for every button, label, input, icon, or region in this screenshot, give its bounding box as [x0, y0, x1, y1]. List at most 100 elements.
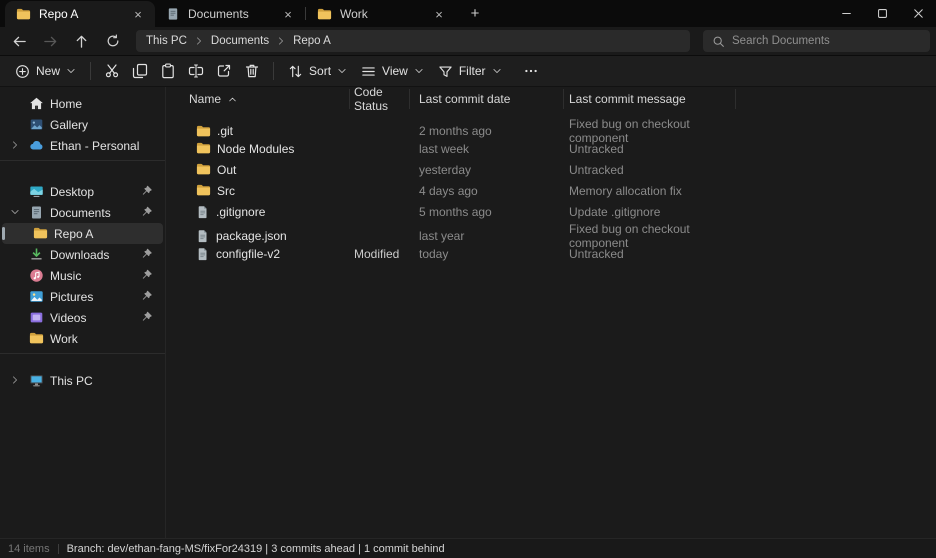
git-branch-info: Branch: dev/ethan-fang-MS/fixFor24319 | …: [67, 543, 445, 555]
tab-close-icon[interactable]: ×: [430, 5, 448, 23]
breadcrumb-repo-a[interactable]: Repo A: [293, 35, 331, 47]
tab-work[interactable]: Work ×: [306, 1, 456, 27]
sidebar-item-desktop[interactable]: Desktop: [2, 181, 163, 202]
folder-icon: [16, 7, 31, 22]
sidebar-item-label: Videos: [50, 311, 86, 325]
file-commit-message: Untracked: [564, 163, 736, 177]
trash-icon: [244, 63, 260, 79]
more-options-button[interactable]: [517, 58, 545, 84]
back-arrow-icon: [12, 34, 27, 49]
close-button[interactable]: [900, 0, 936, 27]
sidebar-item-home[interactable]: Home: [2, 93, 163, 114]
chevron-right-icon[interactable]: [10, 140, 20, 150]
sidebar-item-label: Gallery: [50, 118, 88, 132]
refresh-icon: [106, 34, 120, 48]
file-commit-message: Update .gitignore: [564, 205, 736, 219]
minimize-button[interactable]: [828, 0, 864, 27]
chevron-right-icon[interactable]: [276, 36, 286, 46]
file-name: .gitignore: [216, 205, 265, 219]
file-row[interactable]: .gitignore 5 months ago Update .gitignor…: [180, 201, 936, 222]
share-icon: [216, 63, 232, 79]
column-header-name[interactable]: Name: [180, 89, 350, 109]
maximize-button[interactable]: [864, 0, 900, 27]
filter-label: Filter: [459, 64, 486, 78]
tab-repo-a[interactable]: Repo A ×: [5, 1, 155, 27]
file-commit-date: 2 months ago: [410, 124, 564, 138]
chevron-down-icon: [66, 66, 76, 76]
command-bar: New Sort View Filter: [0, 55, 936, 87]
file-commit-message: Untracked: [564, 142, 736, 156]
copy-button[interactable]: [126, 58, 154, 84]
column-header-code-status[interactable]: Code Status: [350, 89, 410, 109]
file-row[interactable]: Node Modules last week Untracked: [180, 138, 936, 159]
sidebar-item-repo-a[interactable]: Repo A: [2, 223, 163, 244]
share-button[interactable]: [210, 58, 238, 84]
sidebar-item-videos[interactable]: Videos: [2, 307, 163, 328]
rename-button[interactable]: [182, 58, 210, 84]
gallery-icon: [29, 117, 44, 132]
sidebar-item-onedrive[interactable]: Ethan - Personal: [2, 135, 163, 156]
sidebar-item-gallery[interactable]: Gallery: [2, 114, 163, 135]
pictures-icon: [29, 289, 44, 304]
sort-ascending-icon: [228, 95, 237, 104]
file-row[interactable]: package.json last year Fixed bug on chec…: [180, 222, 936, 243]
cut-button[interactable]: [98, 58, 126, 84]
copy-icon: [132, 63, 148, 79]
forward-button[interactable]: [35, 29, 66, 53]
address-bar[interactable]: This PC Documents Repo A: [136, 30, 690, 52]
this-pc-icon: [29, 373, 44, 388]
file-list: Name Code Status Last commit date Last c…: [166, 87, 936, 538]
file-explorer-window: Repo A × Documents × Work × + This PC: [0, 0, 936, 558]
pin-icon: [141, 290, 153, 302]
search-input[interactable]: [732, 35, 921, 47]
close-icon: [911, 6, 926, 21]
chevron-down-icon: [414, 66, 424, 76]
new-button[interactable]: New: [8, 58, 83, 84]
sort-label: Sort: [309, 64, 331, 78]
file-row[interactable]: Out yesterday Untracked: [180, 159, 936, 180]
paste-button[interactable]: [154, 58, 182, 84]
search-box[interactable]: [703, 30, 930, 52]
tab-documents[interactable]: Documents ×: [155, 1, 305, 27]
chevron-right-icon[interactable]: [194, 36, 204, 46]
sidebar-item-work[interactable]: Work: [2, 328, 163, 349]
column-header-commit-message[interactable]: Last commit message: [564, 89, 736, 109]
pin-icon: [141, 248, 153, 260]
filter-funnel-icon: [438, 64, 453, 79]
column-headers: Name Code Status Last commit date Last c…: [180, 89, 936, 109]
file-commit-date: last week: [410, 142, 564, 156]
new-tab-button[interactable]: +: [462, 2, 488, 26]
file-row[interactable]: .git 2 months ago Fixed bug on checkout …: [180, 117, 936, 138]
view-button[interactable]: View: [354, 58, 431, 84]
file-commit-date: yesterday: [410, 163, 564, 177]
sidebar-item-music[interactable]: Music: [2, 265, 163, 286]
refresh-button[interactable]: [97, 29, 128, 53]
tab-label: Work: [340, 7, 422, 21]
sort-button[interactable]: Sort: [281, 58, 354, 84]
back-button[interactable]: [4, 29, 35, 53]
sidebar-item-this-pc[interactable]: This PC: [2, 370, 163, 391]
breadcrumb-this-pc[interactable]: This PC: [146, 35, 187, 47]
chevron-down-icon[interactable]: [10, 207, 20, 217]
sidebar-item-downloads[interactable]: Downloads: [2, 244, 163, 265]
sidebar-item-documents[interactable]: Documents: [2, 202, 163, 223]
breadcrumb-documents[interactable]: Documents: [211, 35, 269, 47]
column-header-commit-date[interactable]: Last commit date: [410, 89, 564, 109]
sidebar-item-label: Work: [50, 332, 78, 346]
sidebar-item-pictures[interactable]: Pictures: [2, 286, 163, 307]
sidebar-item-label: Ethan - Personal: [50, 139, 139, 153]
file-icon: [196, 247, 210, 261]
videos-icon: [29, 310, 44, 325]
filter-button[interactable]: Filter: [431, 58, 509, 84]
file-row[interactable]: configfile-v2 Modified today Untracked: [180, 243, 936, 264]
forward-arrow-icon: [43, 34, 58, 49]
file-name: package.json: [216, 229, 287, 243]
window-controls: [828, 0, 936, 27]
up-button[interactable]: [66, 29, 97, 53]
tab-close-icon[interactable]: ×: [279, 5, 297, 23]
chevron-right-icon[interactable]: [10, 375, 20, 385]
delete-button[interactable]: [238, 58, 266, 84]
new-plus-icon: [15, 64, 30, 79]
tab-close-icon[interactable]: ×: [129, 5, 147, 23]
file-row[interactable]: Src 4 days ago Memory allocation fix: [180, 180, 936, 201]
